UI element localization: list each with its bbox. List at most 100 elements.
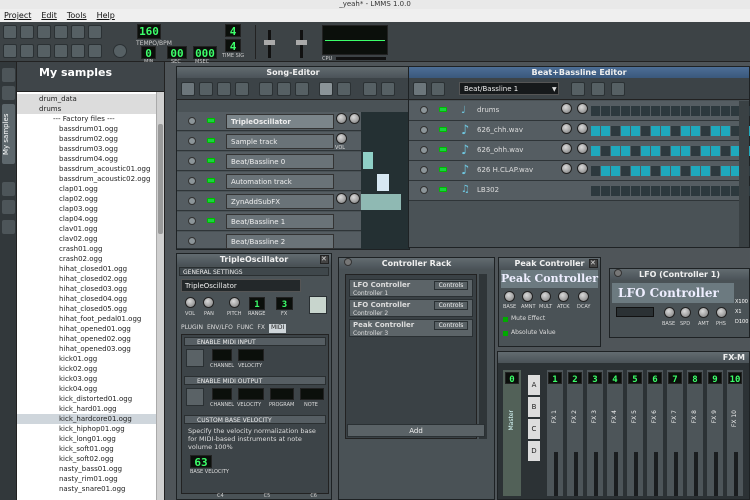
time-sig-top[interactable]: 4 [225,24,241,38]
track-settings-icon[interactable] [188,117,196,125]
step-button[interactable] [671,186,680,196]
step-button[interactable] [701,106,710,116]
menu-help[interactable]: Help [97,9,115,22]
track-name[interactable]: LB302 [477,186,499,194]
mute-effect-label[interactable]: Mute Effect [511,315,545,322]
controls-button[interactable]: Controls [434,281,468,290]
auto-scroll-icon[interactable] [363,82,377,96]
step-button[interactable] [691,166,700,176]
list-item[interactable]: crash02.ogg [17,254,164,264]
tab-func[interactable]: FUNC [237,324,254,333]
step-button[interactable] [681,166,690,176]
x100-option[interactable]: X100 [735,299,748,305]
step-button[interactable] [601,126,610,136]
send-a[interactable]: A [528,375,540,395]
save-preset-icon[interactable] [309,296,327,314]
fx-channel[interactable]: 9 FX 9 [706,369,724,497]
time-sig-bottom[interactable]: 4 [225,39,241,53]
my-home-icon[interactable] [2,200,15,214]
step-button[interactable] [641,106,650,116]
step-button[interactable] [701,186,710,196]
automation-editor-icon[interactable] [54,44,68,58]
pan-knob[interactable] [349,193,360,204]
controls-button[interactable]: Controls [434,301,468,310]
list-item[interactable]: clav02.ogg [17,234,164,244]
midi-output-header[interactable]: ENABLE MIDI OUTPUT [184,376,326,385]
channel-fader[interactable] [674,452,678,496]
track-settings-icon[interactable] [420,106,428,114]
save-project-icon[interactable] [71,25,85,39]
attack-knob[interactable] [558,291,569,302]
mute-toggle[interactable] [439,127,447,132]
list-item[interactable]: clap03.ogg [17,204,164,214]
step-button[interactable] [591,186,600,196]
track-name[interactable]: 626 H.CLAP.wav [477,166,533,174]
mute-toggle[interactable] [207,158,215,163]
tempo-display[interactable]: 160 [137,24,161,39]
list-item[interactable]: kick04.ogg [17,384,164,394]
menu-project[interactable]: Project [4,9,31,22]
output-channel-display[interactable] [212,388,232,400]
track-name[interactable]: drums [477,106,499,114]
track-name[interactable]: 626_chh.wav [477,126,523,134]
step-button[interactable] [721,146,730,156]
track-name[interactable]: Automation track [226,174,334,189]
list-item[interactable]: bassdrum01.ogg [17,124,164,134]
step-button[interactable] [721,126,730,136]
step-button[interactable] [681,146,690,156]
track-name[interactable]: Beat/Bassline 1 [226,214,334,229]
channel-fader[interactable] [634,452,638,496]
amount-knob[interactable] [522,291,533,302]
list-item[interactable]: bassdrum04.ogg [17,154,164,164]
tab-my-samples[interactable]: My samples [2,104,15,164]
range-display[interactable]: 1 [249,297,265,310]
chevron-down-icon[interactable]: ▼ [552,86,557,93]
list-item[interactable]: kick03.ogg [17,374,164,384]
add-sample-track-icon[interactable] [277,82,291,96]
midi-input-header[interactable]: ENABLE MIDI INPUT [184,337,326,346]
step-button[interactable] [721,106,730,116]
step-button[interactable] [711,126,720,136]
step-button[interactable] [671,126,680,136]
master-volume-handle[interactable] [264,40,275,45]
step-button[interactable] [601,166,610,176]
instrument-name-field[interactable]: TripleOscillator [181,279,301,292]
step-button[interactable] [631,146,640,156]
mute-toggle[interactable] [207,218,215,223]
volume-knob[interactable] [561,123,572,134]
pitch-knob[interactable] [229,297,240,308]
step-button[interactable] [651,126,660,136]
step-button[interactable] [601,106,610,116]
step-button[interactable] [681,126,690,136]
step-grid[interactable] [591,101,750,201]
mute-toggle[interactable] [439,147,447,152]
list-item[interactable]: hihat_closed04.ogg [17,294,164,304]
step-button[interactable] [631,106,640,116]
menu-edit[interactable]: Edit [41,9,57,22]
tab-env-lfo[interactable]: ENV/LFO [207,324,233,333]
list-item[interactable]: hihat_opened03.ogg [17,344,164,354]
controller-rack-icon[interactable] [88,44,102,58]
mute-toggle[interactable] [439,167,447,172]
step-button[interactable] [591,146,600,156]
track-name[interactable]: Beat/Bassline 0 [226,154,334,169]
step-button[interactable] [671,106,680,116]
scrollbar-handle[interactable] [158,124,163,234]
list-item[interactable]: drums [17,104,164,114]
step-button[interactable] [611,106,620,116]
song-editor-icon[interactable] [3,44,17,58]
step-button[interactable] [641,166,650,176]
song-timeline[interactable] [361,112,409,249]
step-button[interactable] [631,126,640,136]
output-program-display[interactable] [270,388,294,400]
step-button[interactable] [651,186,660,196]
output-velocity-display[interactable] [238,388,264,400]
open-project-icon[interactable] [37,25,51,39]
master-pitch-handle[interactable] [296,40,307,45]
step-button[interactable] [591,166,600,176]
step-button[interactable] [621,186,630,196]
step-button[interactable] [661,166,670,176]
send-c[interactable]: C [528,419,540,439]
mute-toggle[interactable] [439,187,447,192]
mult-knob[interactable] [540,291,551,302]
